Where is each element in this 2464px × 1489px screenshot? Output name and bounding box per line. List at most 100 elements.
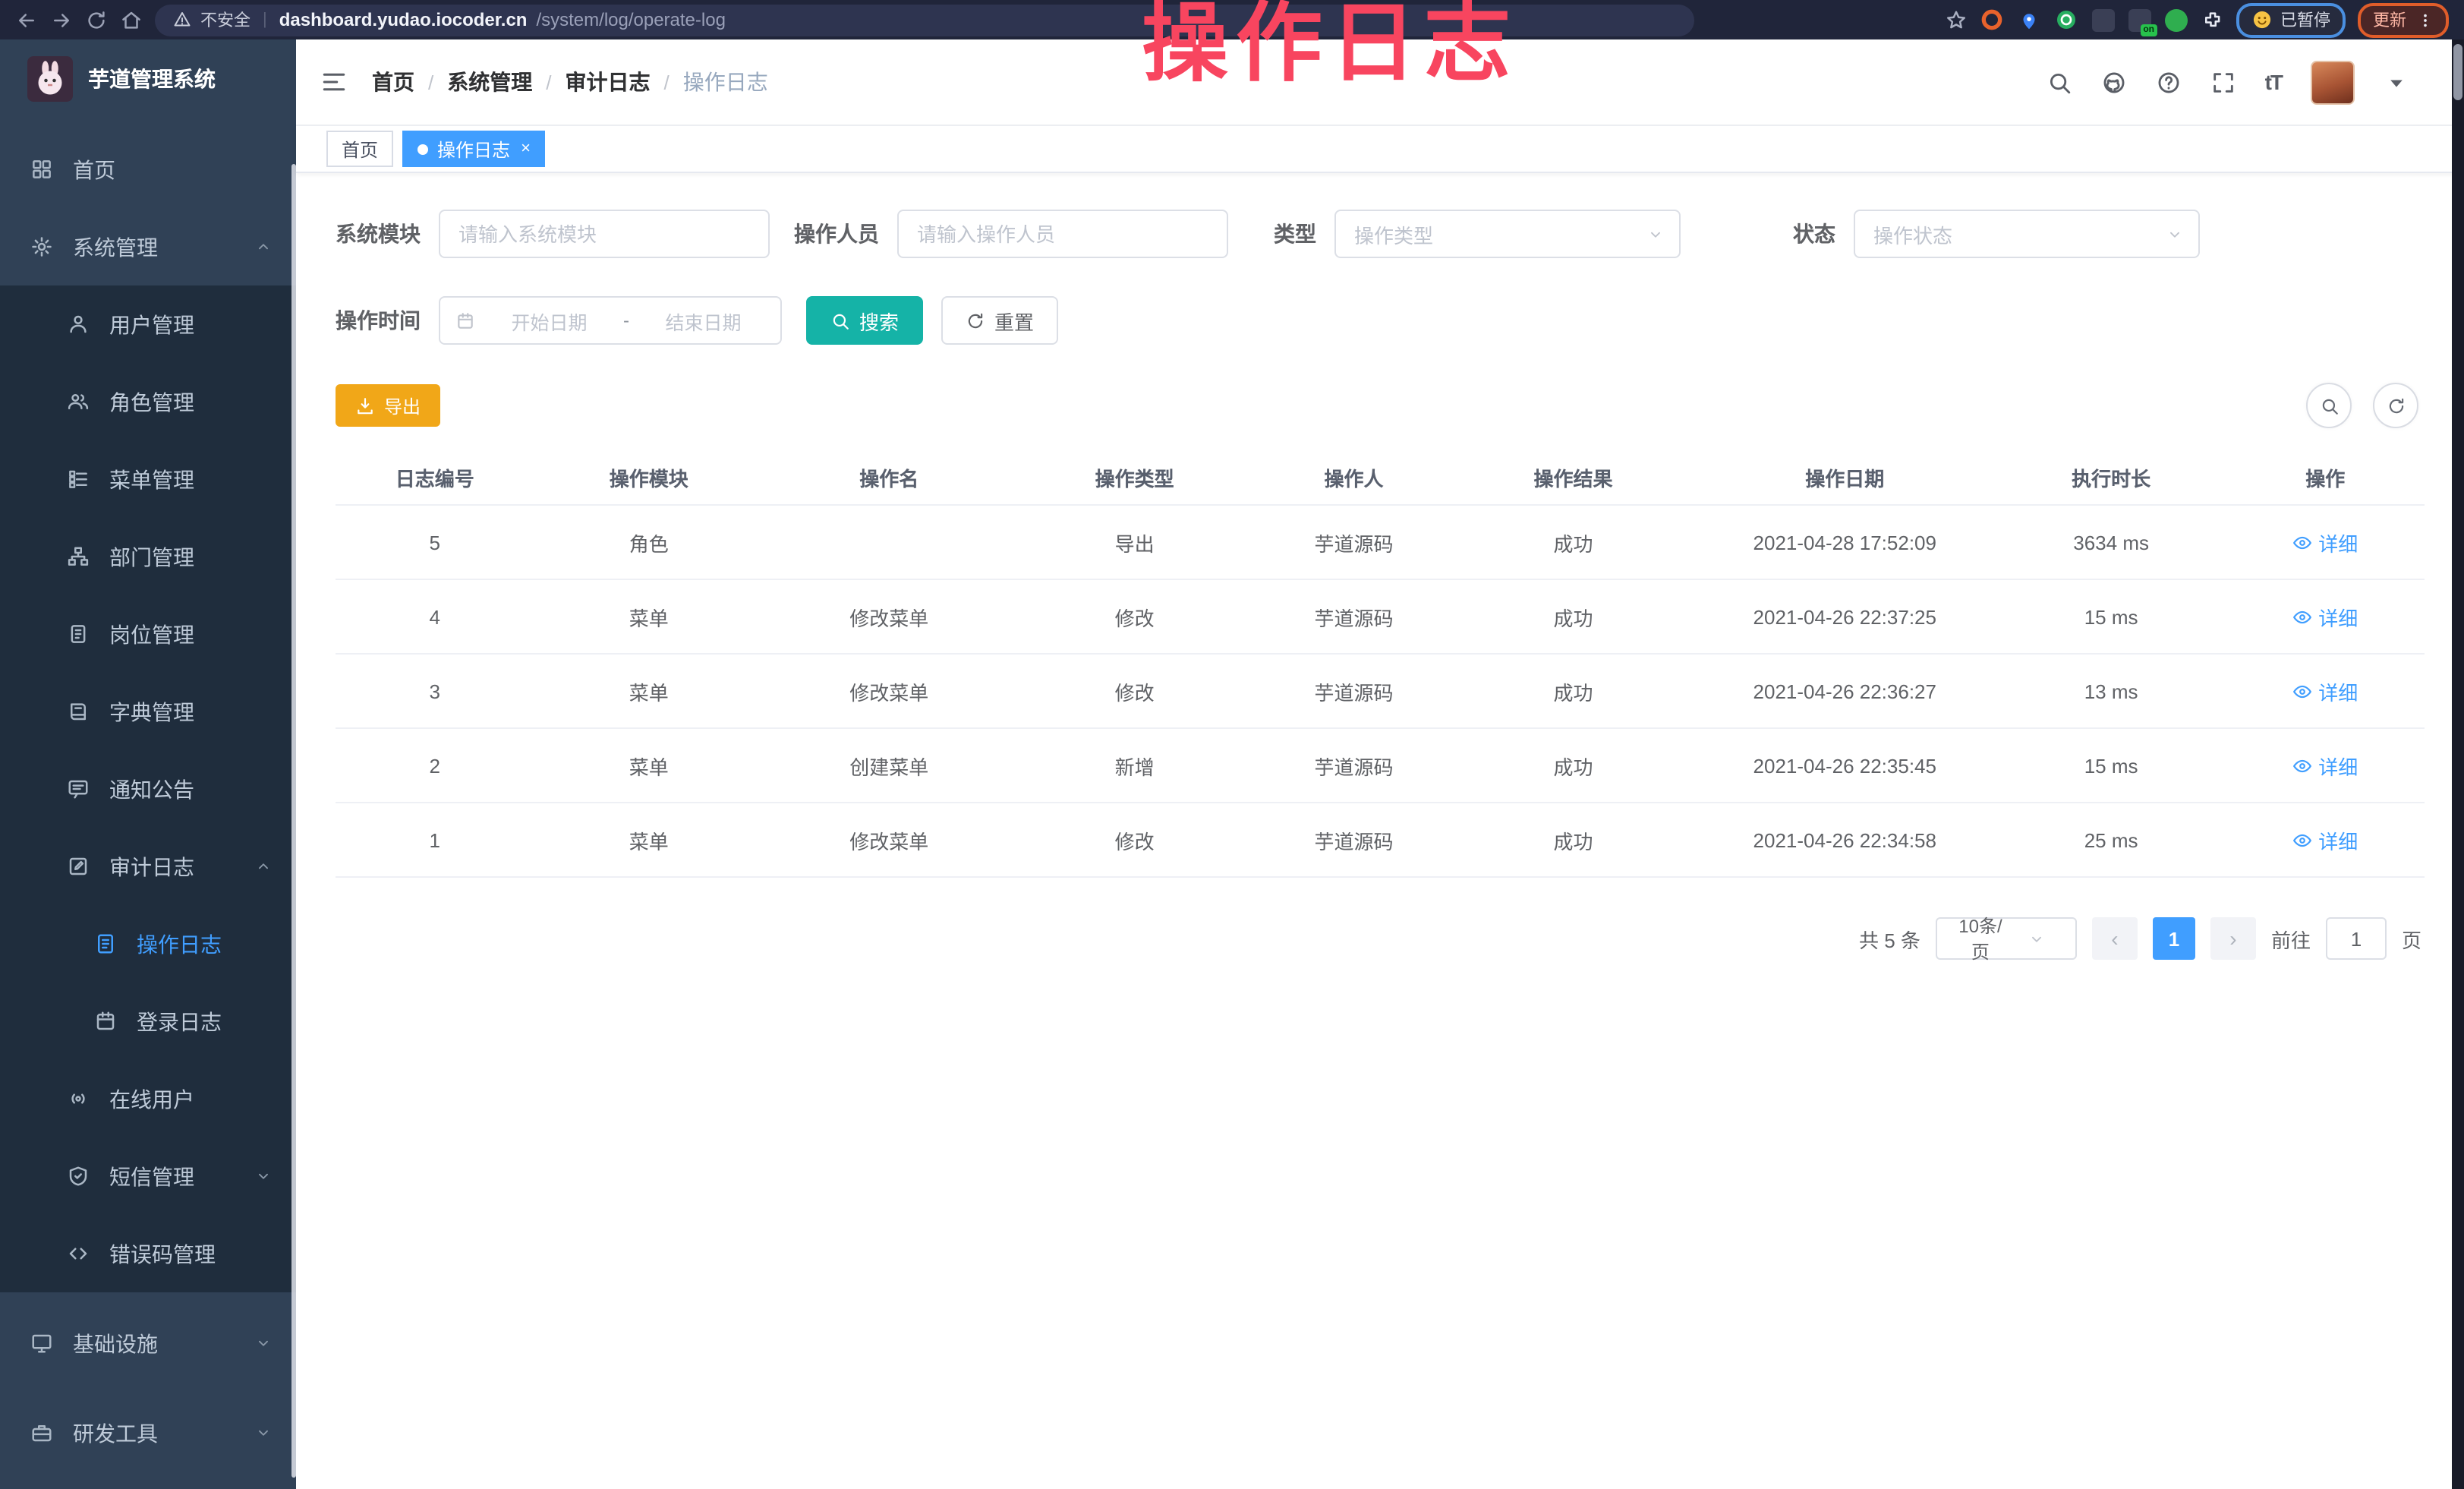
paused-extension-pill[interactable]: 已暂停: [2236, 2, 2346, 37]
toggle-search-button[interactable]: [2306, 383, 2352, 428]
reset-button[interactable]: 重置: [941, 296, 1058, 345]
sidebar-item-system-management[interactable]: 系统管理: [0, 208, 296, 285]
active-tab-dot: [417, 144, 428, 154]
extension-orange-ring-icon[interactable]: [1980, 8, 2004, 32]
browser-menu-icon[interactable]: [2417, 11, 2434, 28]
fullscreen-icon[interactable]: [2210, 69, 2236, 95]
sidebar-collapse-icon[interactable]: [320, 68, 348, 96]
sidebar-item-home[interactable]: 首页: [0, 131, 296, 208]
type-select[interactable]: 操作类型: [1334, 210, 1681, 258]
filter-time: 操作时间 开始日期 - 结束日期: [336, 296, 782, 345]
search-icon[interactable]: [2047, 69, 2072, 95]
url-path: /system/log/operate-log: [536, 9, 725, 30]
sidebar-item-role-management[interactable]: 角色管理: [0, 363, 296, 440]
browser-back-icon[interactable]: [15, 8, 38, 31]
detail-link[interactable]: 详细: [2292, 825, 2358, 854]
chevron-down-icon: [255, 1424, 272, 1441]
operator-input[interactable]: [897, 210, 1228, 258]
sidebar-item-dict-management[interactable]: 字典管理: [0, 673, 296, 750]
annotation-overlay-text: 操作日志: [1142, 2, 1518, 88]
current-page[interactable]: 1: [2153, 917, 2195, 960]
module-input[interactable]: [439, 210, 770, 258]
sidebar: 芋道管理系统 首页 系统管理 用户管理 角色管理: [0, 39, 296, 1489]
detail-link[interactable]: 详细: [2292, 751, 2358, 780]
eye-icon: [2292, 532, 2312, 552]
browser-update-button[interactable]: 更新: [2358, 2, 2449, 37]
extension-green-y-icon[interactable]: [2054, 8, 2078, 32]
table-row: 5 角色 导出 芋道源码 成功 2021-04-28 17:52:09 3634…: [336, 505, 2425, 579]
scrollbar-thumb[interactable]: [2453, 44, 2462, 100]
help-icon[interactable]: [2156, 69, 2182, 95]
date-range-picker[interactable]: 开始日期 - 结束日期: [439, 296, 782, 345]
extension-pin-icon[interactable]: [2018, 8, 2040, 31]
sidebar-item-error-code[interactable]: 错误码管理: [0, 1215, 296, 1292]
browser-forward-icon[interactable]: [50, 8, 73, 31]
col-type: 操作类型: [1014, 450, 1254, 505]
refresh-icon: [2386, 396, 2406, 415]
table-row: 4 菜单 修改菜单 修改 芋道源码 成功 2021-04-26 22:37:25…: [336, 579, 2425, 654]
prev-page-button[interactable]: ‹: [2092, 917, 2138, 960]
detail-link[interactable]: 详细: [2292, 528, 2358, 557]
goto-page-input[interactable]: [2326, 917, 2387, 960]
tab-operate-log[interactable]: 操作日志 ×: [402, 131, 546, 167]
table-toolbar: 导出: [336, 383, 2425, 428]
breadcrumb-audit-log[interactable]: 审计日志: [566, 67, 651, 97]
search-button[interactable]: 搜索: [806, 296, 923, 345]
app-logo-row[interactable]: 芋道管理系统: [0, 39, 296, 118]
next-page-button[interactable]: ›: [2210, 917, 2256, 960]
status-select[interactable]: 操作状态: [1854, 210, 2200, 258]
page-size-select[interactable]: 10条/页: [1936, 917, 2077, 960]
browser-reload-icon[interactable]: [85, 8, 108, 31]
bookmark-star-icon[interactable]: [1945, 8, 1968, 31]
export-button[interactable]: 导出: [336, 384, 440, 427]
detail-link[interactable]: 详细: [2292, 602, 2358, 631]
page-scrollbar[interactable]: [2452, 39, 2464, 1489]
sidebar-item-infrastructure[interactable]: 基础设施: [0, 1304, 296, 1382]
org-tree-icon: [67, 545, 90, 568]
github-icon[interactable]: [2101, 69, 2127, 95]
close-icon[interactable]: ×: [521, 140, 531, 157]
sidebar-item-menu-management[interactable]: 菜单管理: [0, 440, 296, 518]
eye-icon: [2292, 756, 2312, 775]
pagination-total: 共 5 条: [1859, 924, 1920, 953]
sidebar-item-announcement[interactable]: 通知公告: [0, 750, 296, 828]
sidebar-item-devtools[interactable]: 研发工具: [0, 1394, 296, 1472]
sidebar-item-user-management[interactable]: 用户管理: [0, 285, 296, 363]
breadcrumb-separator: /: [664, 71, 670, 93]
refresh-table-button[interactable]: [2373, 383, 2418, 428]
user-icon: [67, 313, 90, 336]
search-icon: [830, 311, 850, 330]
breadcrumb-home[interactable]: 首页: [372, 67, 414, 97]
filter-type: 类型 操作类型: [1274, 210, 1681, 258]
chevron-down-icon: [2166, 226, 2183, 242]
extension-dark-icon[interactable]: [2092, 8, 2115, 31]
detail-link[interactable]: 详细: [2292, 677, 2358, 705]
operate-log-icon: [94, 932, 117, 955]
sms-icon: [67, 1165, 90, 1188]
tab-home[interactable]: 首页: [326, 131, 393, 167]
font-size-button[interactable]: tT: [2265, 70, 2282, 94]
time-label: 操作时间: [336, 305, 421, 336]
browser-home-icon[interactable]: [120, 8, 143, 31]
sidebar-item-online-users[interactable]: 在线用户: [0, 1060, 296, 1137]
refresh-icon: [966, 311, 985, 330]
caret-down-icon[interactable]: [2384, 69, 2409, 95]
sidebar-item-login-log[interactable]: 登录日志: [0, 983, 296, 1060]
sidebar-item-sms-management[interactable]: 短信管理: [0, 1137, 296, 1215]
extension-green-icon[interactable]: [2165, 8, 2188, 31]
download-icon: [355, 396, 375, 415]
sidebar-item-operate-log[interactable]: 操作日志: [0, 905, 296, 983]
sidebar-item-post-management[interactable]: 岗位管理: [0, 595, 296, 673]
user-avatar[interactable]: [2311, 60, 2355, 104]
breadcrumb-system[interactable]: 系统管理: [447, 67, 532, 97]
col-action: 操作: [2226, 450, 2425, 505]
extensions-puzzle-icon[interactable]: [2201, 8, 2224, 31]
filter-row-2: 操作时间 开始日期 - 结束日期 搜索 重置: [336, 296, 2425, 345]
col-result: 操作结果: [1453, 450, 1693, 505]
extension-proxy-icon[interactable]: on: [2128, 8, 2151, 31]
sidebar-item-dept-management[interactable]: 部门管理: [0, 518, 296, 595]
sidebar-item-audit-log[interactable]: 审计日志: [0, 828, 296, 905]
sidebar-scrollbar[interactable]: [291, 164, 296, 1478]
operate-log-table: 日志编号 操作模块 操作名 操作类型 操作人 操作结果 操作日期 执行时长 操作: [336, 450, 2425, 878]
navbar-actions: tT: [2047, 60, 2409, 104]
